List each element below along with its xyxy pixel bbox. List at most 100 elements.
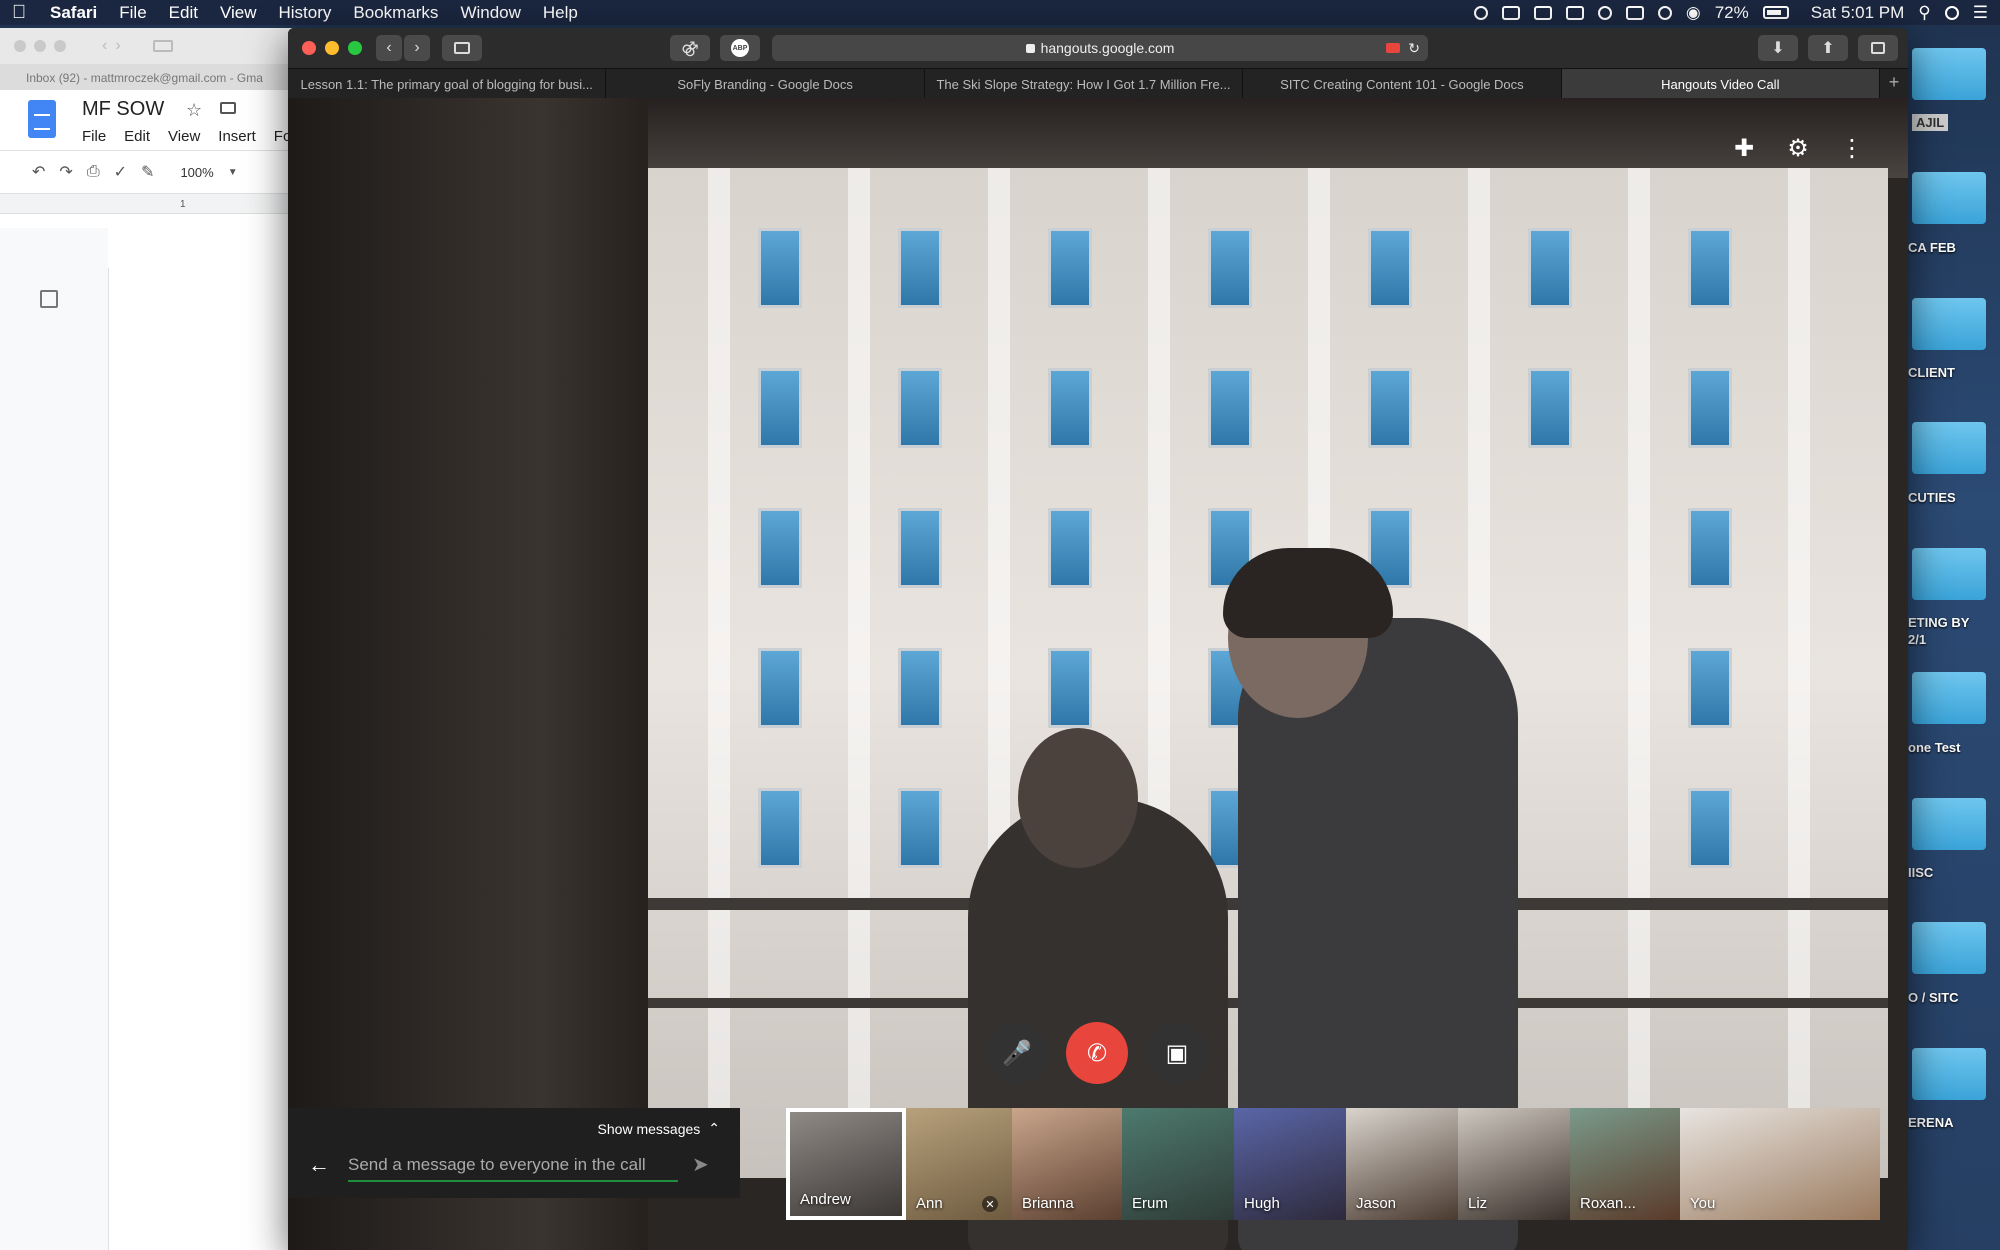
- close-button[interactable]: [14, 40, 26, 52]
- print-icon[interactable]: ⎙: [87, 163, 100, 181]
- video-camera-icon[interactable]: [1565, 5, 1584, 20]
- new-tab-button[interactable]: +: [1880, 69, 1908, 98]
- tab-overview-button[interactable]: [1858, 35, 1898, 61]
- participant-tile[interactable]: Liz: [1458, 1108, 1570, 1220]
- tab-sitc-content[interactable]: SITC Creating Content 101 - Google Docs: [1243, 69, 1562, 98]
- participant-tile[interactable]: Brianna: [1012, 1108, 1122, 1220]
- desktop-folder[interactable]: [1912, 172, 1986, 224]
- adblock-button[interactable]: ABP: [720, 35, 760, 61]
- send-icon[interactable]: ➤: [692, 1152, 709, 1177]
- chevron-down-icon[interactable]: ▼: [228, 167, 238, 178]
- back-icon[interactable]: ‹: [102, 37, 107, 55]
- docs-menu-file[interactable]: File: [82, 128, 106, 145]
- reload-icon[interactable]: ↻: [1408, 40, 1420, 57]
- outline-icon[interactable]: [40, 290, 58, 308]
- more-options-button[interactable]: ⋮: [1836, 132, 1868, 164]
- desktop-folder[interactable]: [1912, 548, 1986, 600]
- chat-panel: Show messages ⌃ ← ➤: [288, 1108, 740, 1198]
- minimize-button[interactable]: [34, 40, 46, 52]
- desktop-folder[interactable]: [1912, 672, 1986, 724]
- menu-history[interactable]: History: [279, 3, 332, 23]
- document-title[interactable]: MF SOW: [82, 98, 164, 121]
- notes-icon[interactable]: [1533, 5, 1552, 20]
- settings-button[interactable]: ⚙: [1782, 132, 1814, 164]
- sidebar-button[interactable]: [442, 35, 482, 61]
- participant-tile[interactable]: Jason: [1346, 1108, 1458, 1220]
- extension-button[interactable]: ⚣: [670, 35, 710, 61]
- docs-menu-insert[interactable]: Insert: [218, 128, 256, 145]
- menu-help[interactable]: Help: [543, 3, 578, 23]
- desktop-folder[interactable]: [1912, 48, 1986, 100]
- docs-window: ‹ › Inbox (92) - mattmroczek@gmail.com -…: [0, 28, 300, 1250]
- desktop-folder[interactable]: [1912, 422, 1986, 474]
- recording-indicator-icon[interactable]: [1386, 43, 1400, 53]
- siri-icon[interactable]: [1944, 5, 1959, 20]
- menu-clock[interactable]: Sat 5:01 PM: [1811, 3, 1905, 23]
- star-icon[interactable]: ☆: [186, 100, 202, 121]
- menu-view[interactable]: View: [220, 3, 257, 23]
- video-scene: [898, 648, 942, 728]
- minimize-button[interactable]: [325, 41, 339, 55]
- tab-lesson[interactable]: Lesson 1.1: The primary goal of blogging…: [288, 69, 607, 98]
- battery-icon[interactable]: [1762, 6, 1789, 19]
- redo-icon[interactable]: ↷: [59, 162, 72, 182]
- move-to-folder-icon[interactable]: [220, 102, 236, 114]
- participant-tile[interactable]: Erum: [1122, 1108, 1234, 1220]
- participant-tile-self[interactable]: You: [1680, 1108, 1880, 1220]
- desktop-folder[interactable]: [1912, 298, 1986, 350]
- spellcheck-icon[interactable]: ✓: [114, 162, 127, 182]
- sidebar-toggle-icon[interactable]: [152, 40, 173, 52]
- bluetooth-icon[interactable]: [1657, 5, 1672, 20]
- spotlight-search-icon[interactable]: ⚲: [1918, 3, 1930, 23]
- chat-message-input[interactable]: [348, 1150, 678, 1182]
- desktop-folder[interactable]: [1912, 1048, 1986, 1100]
- zoom-button[interactable]: [348, 41, 362, 55]
- screen-recorder-icon[interactable]: [1501, 5, 1520, 20]
- tab-hangouts[interactable]: Hangouts Video Call: [1561, 69, 1881, 98]
- downloads-button[interactable]: ⬇: [1758, 35, 1798, 61]
- participant-tile[interactable]: Hugh: [1234, 1108, 1346, 1220]
- wifi-icon[interactable]: ◉: [1686, 3, 1701, 23]
- document-page[interactable]: [108, 268, 300, 1250]
- desktop-folder[interactable]: [1912, 798, 1986, 850]
- menu-bookmarks[interactable]: Bookmarks: [353, 3, 438, 23]
- zoom-select[interactable]: 100%: [180, 165, 213, 180]
- docs-menu-edit[interactable]: Edit: [124, 128, 150, 145]
- hang-up-button[interactable]: ✆: [1066, 1022, 1128, 1084]
- cloud-sync-icon[interactable]: [1597, 5, 1612, 20]
- share-button[interactable]: ⬆: [1808, 35, 1848, 61]
- docs-menu-view[interactable]: View: [168, 128, 200, 145]
- video-stage[interactable]: ✚ ⚙ ⋮ 🎤 ✆ ▣ Show messages ⌃ ← ➤ Andrew A…: [288, 98, 1908, 1250]
- menu-app-safari[interactable]: Safari: [50, 3, 97, 23]
- toggle-camera-button[interactable]: ▣: [1146, 1022, 1208, 1084]
- url-text[interactable]: hangouts.google.com: [1041, 40, 1175, 56]
- forward-button[interactable]: ›: [404, 35, 430, 61]
- menu-edit[interactable]: Edit: [169, 3, 198, 23]
- mute-microphone-button[interactable]: 🎤: [986, 1022, 1048, 1084]
- back-arrow-icon[interactable]: ←: [308, 1152, 330, 1178]
- back-button[interactable]: ‹: [376, 35, 402, 61]
- creative-cloud-icon[interactable]: [1473, 5, 1488, 20]
- battery-percent[interactable]: 72%: [1715, 3, 1749, 23]
- airplay-icon[interactable]: [1625, 5, 1644, 20]
- close-button[interactable]: [302, 41, 316, 55]
- tab-sofly-branding[interactable]: SoFly Branding - Google Docs: [606, 69, 925, 98]
- apple-icon[interactable]: : [12, 2, 34, 24]
- tab-ski-slope[interactable]: The Ski Slope Strategy: How I Got 1.7 Mi…: [925, 69, 1244, 98]
- zoom-button[interactable]: [54, 40, 66, 52]
- participant-tile[interactable]: Andrew: [786, 1108, 906, 1220]
- docs-browser-tab[interactable]: Inbox (92) - mattmroczek@gmail.com - Gma: [0, 64, 300, 90]
- add-people-button[interactable]: ✚: [1728, 132, 1760, 164]
- forward-icon[interactable]: ›: [115, 37, 120, 55]
- undo-icon[interactable]: ↶: [32, 162, 45, 182]
- google-docs-logo-icon[interactable]: [28, 100, 56, 138]
- show-messages-button[interactable]: Show messages ⌃: [598, 1120, 720, 1137]
- participant-tile[interactable]: Roxan...: [1570, 1108, 1680, 1220]
- participant-tile[interactable]: Ann ✕: [906, 1108, 1012, 1220]
- menu-window[interactable]: Window: [460, 3, 520, 23]
- address-bar[interactable]: hangouts.google.com ↻: [772, 35, 1428, 61]
- notification-center-icon[interactable]: ☰: [1973, 3, 1988, 23]
- paint-format-icon[interactable]: ✎: [141, 162, 154, 182]
- desktop-folder[interactable]: [1912, 922, 1986, 974]
- menu-file[interactable]: File: [119, 3, 146, 23]
